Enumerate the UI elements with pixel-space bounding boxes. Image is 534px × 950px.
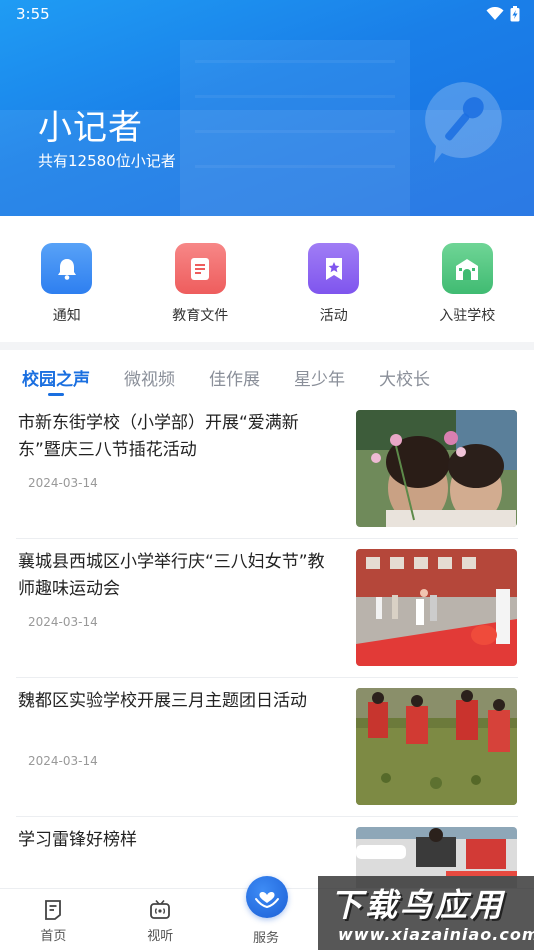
news-title: 市新东街学校（小学部）开展“爱满新东”暨庆三八节插花活动 [18,413,299,460]
status-bar: 3:55 [0,0,534,28]
quick-entry-grid: 通知 教育文件 活动 入驻学校 [0,216,534,342]
entry-label: 入驻学校 [439,308,496,324]
category-tabs: 校园之声 微视频 佳作展 星少年 大校长 [0,350,534,400]
news-thumbnail [356,549,517,666]
nav-home-label: 首页 [40,929,67,944]
star-bookmark-icon [308,243,360,294]
news-list: 市新东街学校（小学部）开展“爱满新东”暨庆三八节插花活动 2024-03-14 … [0,400,534,950]
home-doc-icon [45,900,62,920]
news-item[interactable]: 魏都区实验学校开展三月主题团日活动 2024-03-14 [16,678,518,817]
news-title: 襄城县西城区小学举行庆“三八妇女节”教师趣味运动会 [18,552,325,599]
nav-home[interactable]: 首页 [0,889,107,950]
entry-label: 教育文件 [172,308,229,324]
reporter-count: 共有12580位小记者 [38,152,176,170]
news-date: 2024-03-14 [28,615,98,629]
news-thumbnail [356,688,517,805]
tv-icon [150,899,171,919]
tab-micro-video[interactable]: 微视频 [124,350,175,400]
bell-icon [41,243,93,294]
watermark-logo: 下载鸟应用 www.xiazainiao.com [318,876,534,950]
news-title: 魏都区实验学校开展三月主题团日活动 [18,691,307,711]
section-divider [0,342,534,350]
heart-hand-icon [255,892,279,909]
watermark-text: 下载鸟应用 [330,886,506,924]
news-date: 2024-03-14 [28,476,98,490]
school-icon [441,243,493,294]
nav-audio-video[interactable]: 视听 [107,889,214,950]
tab-works-exhibit[interactable]: 佳作展 [209,350,260,400]
news-thumbnail [356,410,517,527]
watermark-url: www.xiazainiao.com [338,925,534,944]
header-banner: 3:55 小记者 共有12580位小记者 [0,0,534,216]
news-date: 2024-03-14 [28,754,98,768]
status-time: 3:55 [16,5,50,23]
wifi-icon [486,7,504,20]
entry-activity[interactable]: 活动 [279,243,389,325]
document-icon [174,243,226,294]
microphone-icon [425,82,502,163]
entry-education-docs[interactable]: 教育文件 [145,243,255,325]
tab-principal[interactable]: 大校长 [379,350,430,400]
news-item[interactable]: 襄城县西城区小学举行庆“三八妇女节”教师趣味运动会 2024-03-14 [16,539,518,678]
service-button[interactable] [246,876,288,918]
tab-star-youth[interactable]: 星少年 [294,350,345,400]
page-title: 小记者 [38,108,143,148]
news-title: 学习雷锋好榜样 [18,830,137,850]
tab-campus-voice[interactable]: 校园之声 [22,350,90,400]
entry-label: 通知 [52,308,81,324]
nav-service-label: 服务 [253,931,280,946]
battery-icon [510,6,520,22]
news-item[interactable]: 市新东街学校（小学部）开展“爱满新东”暨庆三八节插花活动 2024-03-14 [16,400,518,539]
nav-audio-video-label: 视听 [147,929,174,944]
entry-school-join[interactable]: 入驻学校 [412,243,522,325]
entry-label: 活动 [319,308,348,324]
entry-notice[interactable]: 通知 [12,243,122,325]
